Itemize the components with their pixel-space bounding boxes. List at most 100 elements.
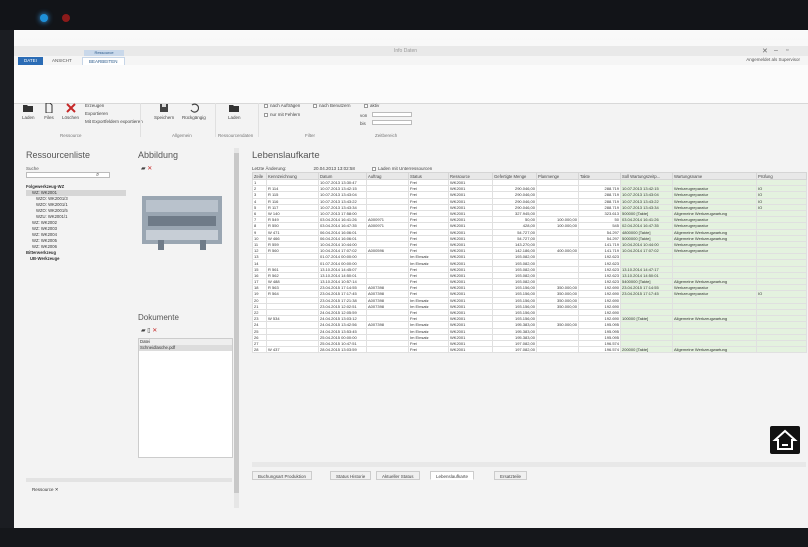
horizontal-scrollbar[interactable] <box>252 462 806 467</box>
group-label-filter: Filter <box>305 133 315 138</box>
create-button[interactable]: Erzeugen <box>85 103 104 108</box>
tab-ansicht[interactable]: ANSICHT <box>46 57 78 65</box>
table-row[interactable]: 23 W 534 24.04.2015 13:03:12 Frei WK2001 193.… <box>252 315 807 323</box>
image-title: Abbildung <box>138 150 179 160</box>
minimize-icon[interactable]: – <box>774 47 778 54</box>
table-cell <box>366 346 409 354</box>
group-label-allgemein: Allgemein <box>172 133 192 138</box>
resource-tree: Folgewerkzeug-WZ WZ: WK2001 WZO: WK2001/3 W… <box>26 184 126 262</box>
tab-aktueller-status[interactable]: Aktueller Status <box>376 471 420 480</box>
column-header[interactable]: Wartungsname <box>672 172 757 180</box>
last-change: Letzte Änderung: 20.04.2013 13:02:58 <box>252 166 355 171</box>
save-button[interactable]: Speichern <box>154 103 174 120</box>
column-header[interactable]: Planmenge <box>536 172 579 180</box>
binoculars-icon[interactable]: ⌕ <box>96 172 99 179</box>
load-button[interactable]: Laden <box>22 103 35 120</box>
title-bar: Info Daten ✕ – ▫ <box>14 46 808 56</box>
group-label-ressourcendaten: Ressourcendaten <box>218 133 254 138</box>
table-row[interactable]: 9W 471 06.04.2014 16:06:01 Frei WK2001 54.72… <box>252 228 807 236</box>
open-folder-icon[interactable]: ▰ <box>141 166 146 172</box>
home-icon <box>772 429 798 450</box>
table-cell: 200000 [Takte] <box>620 346 673 354</box>
load-subresources[interactable]: Laden mit Unterressourcen <box>372 166 432 171</box>
horizontal-scrollbar[interactable] <box>26 478 232 482</box>
column-header[interactable]: Ressource <box>448 172 493 180</box>
home-button[interactable] <box>770 426 800 454</box>
open-folder-icon[interactable]: ▰ <box>141 328 146 334</box>
divider <box>215 103 216 137</box>
tree-item[interactable]: UB-Werkzeuge <box>26 256 126 262</box>
files-button[interactable]: Files <box>44 103 54 120</box>
column-header[interactable]: Status <box>408 172 449 180</box>
documents-list: Datei Schneidlasche.pdf <box>138 338 233 458</box>
table-row[interactable]: 17 W 488 13.10.2014 10:57:14 Frei WK2001 193.… <box>252 277 807 286</box>
delete-x-icon <box>65 103 76 113</box>
table-cell: 196.574 <box>578 346 621 354</box>
filter-by-users[interactable]: nach Benutzern <box>313 103 351 108</box>
to-label: bis <box>360 121 366 126</box>
table-row[interactable]: 6W 140 10.07.2013 17:58:00 Frei WK2001 327.9… <box>252 209 807 218</box>
column-header[interactable]: Takte <box>578 172 621 180</box>
filter-only-errors[interactable]: nur mit Fehlern <box>264 112 300 117</box>
ribbon-tabs <box>14 56 808 65</box>
tab-ersatzteile[interactable]: Ersatzteile <box>494 471 528 480</box>
folder-icon <box>23 105 34 112</box>
export-button[interactable]: Exportieren <box>85 111 108 116</box>
resource-list-title: Ressourcenliste <box>26 150 91 160</box>
column-header[interactable]: Kennzeichnung <box>266 172 319 180</box>
table-cell: WK2001 <box>448 346 493 354</box>
record-light-icon <box>62 14 70 22</box>
table-cell <box>756 346 807 354</box>
table-cell: Frei <box>408 346 449 354</box>
from-date-input[interactable] <box>372 112 412 117</box>
camera-light-icon <box>40 14 48 22</box>
filter-active[interactable]: aktiv <box>364 103 379 108</box>
column-header[interactable]: Zeile <box>252 172 267 180</box>
undo-button[interactable]: Rückgängig <box>182 103 206 120</box>
tab-buchungsart-produktion[interactable]: Buchungsart Produktion <box>252 471 313 480</box>
vertical-scrollbar[interactable] <box>234 148 239 508</box>
table-row[interactable]: 10 W 466 06.04.2014 16:06:01 Frei WK2001 54.7… <box>252 234 807 242</box>
column-header[interactable]: Datum <box>318 172 367 180</box>
group-label-ressource: Ressource <box>60 133 82 138</box>
column-header[interactable]: Auftrag <box>366 172 409 180</box>
checkbox[interactable] <box>372 166 376 171</box>
checkbox[interactable] <box>364 103 368 108</box>
export-all-button[interactable]: Mit Exportfeldern exportieren <box>85 119 143 124</box>
delete-button[interactable]: Löschen <box>62 103 79 120</box>
checkbox[interactable] <box>264 112 268 117</box>
window-title: Info Daten <box>394 48 418 54</box>
table-row[interactable]: 28 W 437 28.04.2015 13:03:59 Frei WK2001 197.… <box>252 346 807 354</box>
user-label: Angemeldet als Supervisor <box>746 57 800 62</box>
tab-lebenslaufkarte[interactable]: Lebenslaufkarte <box>430 471 475 480</box>
divider <box>258 103 259 137</box>
divider <box>140 103 141 137</box>
monitor-bottom-bezel <box>0 528 808 547</box>
tool-image <box>142 196 222 250</box>
to-date-input[interactable] <box>372 120 412 125</box>
tab-bearbeiten[interactable]: BEARBEITEN <box>82 57 125 65</box>
checkbox[interactable] <box>264 103 268 108</box>
tab-status-historie[interactable]: Status Historie <box>330 471 372 480</box>
list-item[interactable]: Schneidlasche.pdf <box>139 345 232 351</box>
column-header[interactable]: Soll Wartungszeitp... <box>620 172 673 180</box>
delete-icon[interactable]: ✕ <box>147 166 152 172</box>
close-icon[interactable]: ✕ <box>762 47 768 55</box>
maximize-icon[interactable]: ▫ <box>786 47 788 54</box>
file-icon <box>45 103 53 113</box>
load-data-button[interactable]: Laden <box>228 103 241 120</box>
documents-toolbar: ▰ ▯ ✕ <box>141 327 157 334</box>
delete-icon[interactable]: ✕ <box>152 328 157 334</box>
bottom-tab-ressource[interactable]: Ressource ✕ <box>32 487 59 493</box>
filter-by-orders[interactable]: nach Aufträgen <box>264 103 300 108</box>
checkbox[interactable] <box>313 103 317 108</box>
folder-icon <box>229 105 240 112</box>
file-icon[interactable]: ▯ <box>147 328 150 334</box>
table-cell <box>536 346 579 354</box>
column-header[interactable]: Prüfung <box>756 172 807 180</box>
column-header[interactable]: Gefertigte Menge <box>492 172 537 180</box>
scrollbar-thumb[interactable] <box>234 153 239 493</box>
table-cell: 197.082,00 <box>492 346 537 354</box>
tab-datei[interactable]: DATEI <box>18 57 43 65</box>
monitor-top-bezel <box>0 0 808 30</box>
